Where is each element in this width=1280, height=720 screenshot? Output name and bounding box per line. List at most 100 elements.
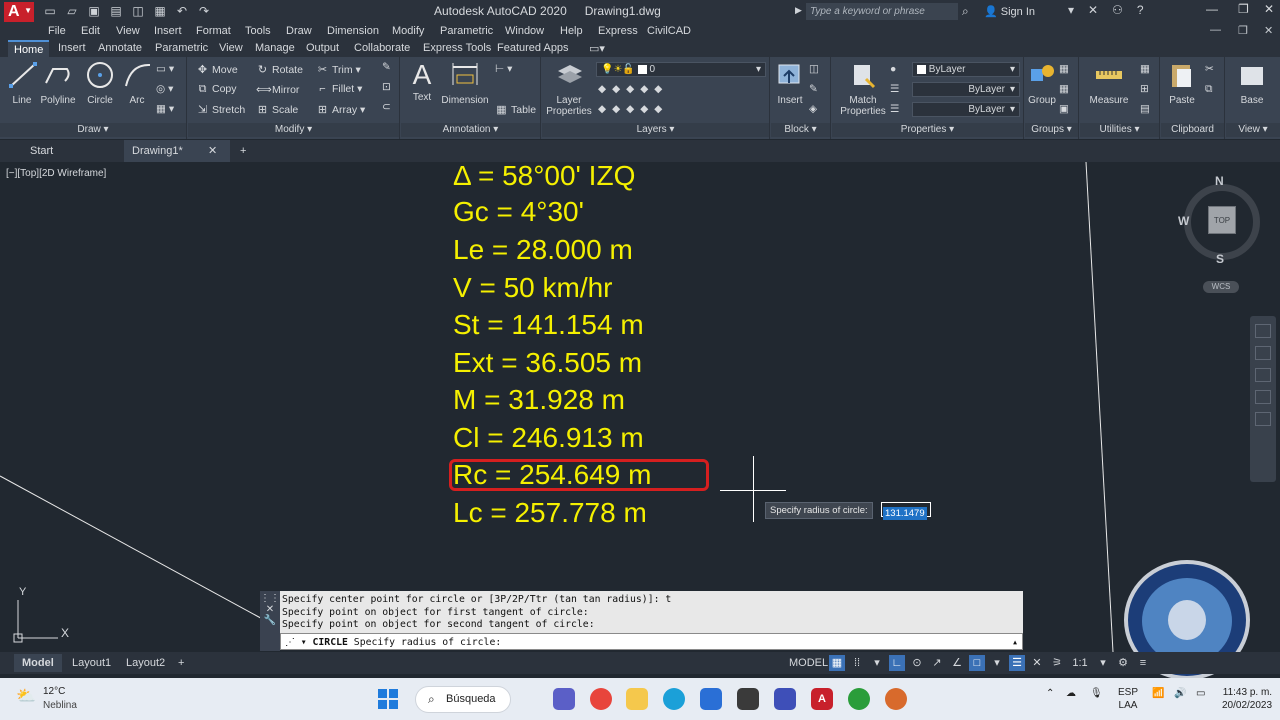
group-button[interactable]: Group xyxy=(1027,61,1057,106)
microphone-icon[interactable]: 🎙 xyxy=(1090,688,1103,699)
polar-icon[interactable]: ⊙ xyxy=(909,655,925,671)
doc-minimize-button[interactable]: — xyxy=(1210,24,1221,36)
app-icon[interactable] xyxy=(848,688,870,710)
steering-wheel-icon[interactable] xyxy=(1255,324,1271,338)
move-button[interactable]: ✥ Move xyxy=(196,63,238,76)
search-icon[interactable]: ⌕ xyxy=(962,4,969,19)
osnap-dropdown-icon[interactable]: ▾ xyxy=(989,655,1005,671)
tab-home[interactable]: Home xyxy=(8,40,50,57)
scale-dropdown-icon[interactable]: ▾ xyxy=(1095,655,1111,671)
store-icon[interactable] xyxy=(700,688,722,710)
viewcube[interactable]: TOP N S W xyxy=(1178,174,1264,266)
command-recent-icon[interactable]: ⋰ ▾ xyxy=(285,637,307,648)
close-button[interactable]: ✕ xyxy=(1264,2,1274,16)
close-tab-icon[interactable]: ✕ xyxy=(208,140,217,162)
clock[interactable]: 11:43 p. m. 20/02/2023 xyxy=(1222,686,1272,712)
autocad-icon[interactable]: A xyxy=(811,688,833,710)
clipboard-panel-title[interactable]: Clipboard xyxy=(1161,123,1224,137)
annotation-scale-icon[interactable]: ⚞ xyxy=(1049,655,1065,671)
menu-dimension[interactable]: Dimension xyxy=(327,25,379,37)
cut-icon[interactable]: ✂ xyxy=(1205,63,1214,75)
tab-express-tools[interactable]: Express Tools xyxy=(423,42,491,54)
menu-format[interactable]: Format xyxy=(196,25,231,37)
pan-icon[interactable] xyxy=(1255,346,1271,360)
edit-block-icon[interactable]: ✎ xyxy=(809,83,818,95)
layout1-tab[interactable]: Layout1 xyxy=(64,654,119,672)
teams-icon[interactable] xyxy=(553,688,575,710)
linetype-dropdown[interactable]: ByLayer ▾ xyxy=(912,82,1020,97)
color-wheel-icon[interactable]: ● xyxy=(890,63,896,75)
sign-in-button[interactable]: 👤 Sign In xyxy=(984,5,1035,18)
showmotion-icon[interactable] xyxy=(1255,412,1271,426)
menu-draw[interactable]: Draw xyxy=(286,25,312,37)
customize-icon[interactable]: 🔧 xyxy=(260,615,280,626)
block-attribute-icon[interactable]: ◈ xyxy=(809,103,817,115)
chrome-icon[interactable] xyxy=(590,688,612,710)
rotate-button[interactable]: ↻ Rotate xyxy=(256,63,303,76)
properties-panel-title[interactable]: Properties ▾ xyxy=(832,123,1023,137)
app-icon[interactable] xyxy=(774,688,796,710)
app-icon[interactable] xyxy=(737,688,759,710)
weather-widget[interactable]: ⛅ 12°C Neblina xyxy=(16,686,77,711)
measure-button[interactable]: Measure xyxy=(1086,61,1132,106)
dimension-button[interactable]: Dimension xyxy=(439,61,491,106)
id-point-icon[interactable]: ⊞ xyxy=(1140,83,1149,95)
edge-icon[interactable] xyxy=(663,688,685,710)
viewcube-top-face[interactable]: TOP xyxy=(1208,206,1236,234)
web-mobile-icon[interactable]: ◫ xyxy=(130,3,146,19)
snap-icon[interactable]: ⁞⁞ xyxy=(849,655,865,671)
polyline-button[interactable]: Polyline xyxy=(38,61,78,106)
circle-button[interactable]: Circle xyxy=(84,61,116,106)
trim-button[interactable]: ✂ Trim ▾ xyxy=(316,63,361,76)
copy-clip-icon[interactable]: ⧉ xyxy=(1205,83,1213,96)
grid-icon[interactable]: ▦ xyxy=(829,655,845,671)
minimize-button[interactable]: — xyxy=(1206,2,1218,16)
app-icon[interactable] xyxy=(885,688,907,710)
drawing-canvas[interactable]: [−][Top][2D Wireframe] Δ = 58°00' IZQ Gc… xyxy=(0,162,1280,680)
object-snap-tracking-icon[interactable]: ∠ xyxy=(949,655,965,671)
array-button[interactable]: ⊞ Array ▾ xyxy=(316,103,365,116)
grip-icon[interactable]: ⋮⋮ xyxy=(260,593,280,604)
lineweight-toggle-icon[interactable]: ☰ xyxy=(1009,655,1025,671)
groups-panel-title[interactable]: Groups ▾ xyxy=(1025,123,1078,137)
stay-connected-icon[interactable]: ⚇ xyxy=(1112,3,1123,17)
app-menu-button[interactable]: A ▼ xyxy=(4,2,34,22)
menu-edit[interactable]: Edit xyxy=(81,25,100,37)
table-button[interactable]: ▦ Table xyxy=(495,103,536,116)
layer-dropdown[interactable]: 💡☀🔓 0 ▾ xyxy=(596,62,766,77)
orbit-icon[interactable] xyxy=(1255,390,1271,404)
save-as-icon[interactable]: ▤ xyxy=(108,3,124,19)
dropdown-icon[interactable]: ▾ xyxy=(1068,3,1074,17)
menu-window[interactable]: Window xyxy=(505,25,544,37)
help-icon[interactable]: ? xyxy=(1137,3,1144,17)
menu-civilcad[interactable]: CivilCAD xyxy=(647,25,691,37)
calculator-icon[interactable]: ▤ xyxy=(1140,103,1150,115)
layout2-tab[interactable]: Layout2 xyxy=(118,654,173,672)
view-panel-title[interactable]: View ▾ xyxy=(1226,123,1280,137)
doc-close-button[interactable]: ✕ xyxy=(1264,24,1273,37)
menu-tools[interactable]: Tools xyxy=(245,25,271,37)
copy-button[interactable]: ⧉ Copy xyxy=(196,83,237,96)
quick-select-icon[interactable]: ▦ xyxy=(1140,63,1150,75)
wifi-icon[interactable]: 📶 xyxy=(1152,688,1164,699)
drawing-tab[interactable]: Drawing1* ✕ xyxy=(124,140,230,162)
search-expand-icon[interactable]: ▶ xyxy=(795,5,802,16)
doc-restore-button[interactable]: ❐ xyxy=(1238,24,1248,37)
ungroup-icon[interactable]: ▦ xyxy=(1059,63,1069,75)
explode-icon[interactable]: ⊡ xyxy=(382,81,391,93)
plot-icon[interactable]: ▦ xyxy=(152,3,168,19)
create-block-icon[interactable]: ◫ xyxy=(809,63,819,75)
scale-value[interactable]: 1:1 xyxy=(1069,655,1091,671)
customize-status-icon[interactable]: ≡ xyxy=(1135,655,1151,671)
language-indicator[interactable]: ESP LAA xyxy=(1118,686,1138,712)
tab-view[interactable]: View xyxy=(219,42,243,54)
insert-block-button[interactable]: Insert xyxy=(773,61,807,106)
autodesk-app-store-icon[interactable]: ✕ xyxy=(1088,3,1098,17)
tab-insert[interactable]: Insert xyxy=(58,42,86,54)
file-explorer-icon[interactable] xyxy=(626,688,648,710)
add-layout-button[interactable]: + xyxy=(170,654,192,672)
utilities-panel-title[interactable]: Utilities ▾ xyxy=(1080,123,1159,137)
group-edit-icon[interactable]: ▦ xyxy=(1059,83,1069,95)
menu-file[interactable]: File xyxy=(48,25,66,37)
color-dropdown[interactable]: ByLayer ▾ xyxy=(912,62,1020,77)
